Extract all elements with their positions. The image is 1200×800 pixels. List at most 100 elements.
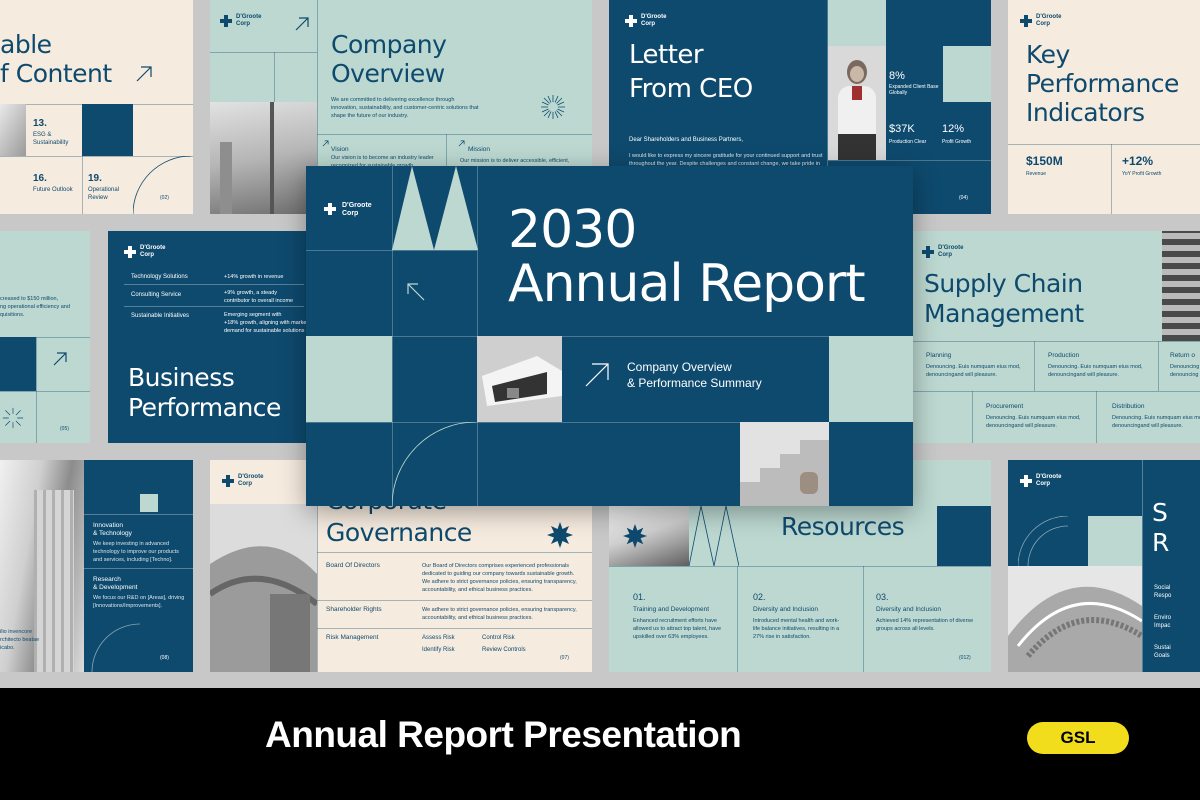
stadium-photo xyxy=(1008,566,1142,672)
innovation-text-2: We focus our R&D on [Areas], driving [In… xyxy=(93,595,185,609)
hero-title: Annual Report xyxy=(508,254,866,314)
biz-row2-desc: +9% growth, a steady contributor to over… xyxy=(224,290,294,304)
mint-block xyxy=(306,336,392,422)
arch-photo xyxy=(210,504,317,672)
slide-business-performance[interactable]: D'Groote Corp Technology Solutions +14% g… xyxy=(108,231,338,443)
mission-label: Mission xyxy=(468,146,491,153)
gov-assess-risk: Assess Risk xyxy=(422,635,455,641)
toc-title-line2: f Content xyxy=(0,59,112,88)
biz-row2-name: Consulting Service xyxy=(131,292,182,298)
logo: D'Groote Corp xyxy=(220,14,261,28)
cross-icon xyxy=(625,15,637,27)
supply-planning-text: Denouncing. Euis numquam eius mod, denou… xyxy=(926,364,1021,378)
gov-page: (07) xyxy=(560,655,569,661)
supply-procurement-text: Denouncing. Euis numquam eius mod, denou… xyxy=(986,415,1081,429)
kpi-growth-value: +12% xyxy=(1122,154,1154,168)
slide-left-partial[interactable]: creased to $150 million, ng operational … xyxy=(0,231,90,443)
slide-innovation[interactable]: ilio invencore rchitecto beatae icabo. I… xyxy=(0,460,193,672)
kpi-revenue-value: $150M xyxy=(1026,154,1063,168)
stat-8-value: 8% xyxy=(889,70,905,82)
cross-icon xyxy=(922,246,934,258)
toc-num-19: 19. xyxy=(88,173,102,184)
cross-icon xyxy=(324,203,338,217)
res-num-3: 03. xyxy=(876,592,889,602)
governance-title-line2: Governance xyxy=(326,518,472,547)
supply-production-text: Denouncing. Euis numquam eius mod, denou… xyxy=(1048,364,1143,378)
kpi-title-line2: Performance xyxy=(1026,69,1179,98)
supply-title-line1: Supply Chain xyxy=(924,269,1083,298)
logo-line1: D'Groote xyxy=(1036,14,1062,20)
res-num-1: 01. xyxy=(633,592,646,602)
ceo-title-line2: From CEO xyxy=(629,74,753,104)
slide-table-of-content[interactable]: able f Content 13. ESG & Sustainability … xyxy=(0,0,193,214)
stat-37k-value: $37K xyxy=(889,123,915,135)
city-photo xyxy=(210,102,317,214)
house-photo xyxy=(477,336,562,422)
arc-decoration xyxy=(133,156,192,214)
logo-line2: Corp xyxy=(236,21,250,27)
logo-line2: Corp xyxy=(641,21,655,27)
overview-title-line1: Company xyxy=(331,30,447,59)
star-badge-icon xyxy=(623,524,647,548)
studio-logo: Neermana Studio. xyxy=(68,717,156,755)
gov-board-text: Our Board of Directors comprises experie… xyxy=(422,563,577,593)
social-item-1: Social Respo xyxy=(1154,585,1172,599)
logo-line1: D'Groote xyxy=(236,14,262,20)
vision-label: Vision xyxy=(331,146,349,153)
innovation-page: (08) xyxy=(160,655,169,661)
building-photo xyxy=(0,104,26,156)
supply-distribution-text: Denouncing. Euis numquam eius mod, denou… xyxy=(1112,415,1200,429)
slide-supply-chain[interactable]: D'Groote Corp Supply Chain Management Pla… xyxy=(910,231,1200,443)
toc-label-16: Future Outlook xyxy=(33,187,73,193)
kpi-title-line1: Key xyxy=(1026,40,1070,69)
logo: D'Groote Corp xyxy=(324,202,372,218)
cross-icon xyxy=(1020,475,1032,487)
biz-row1-desc: +14% growth in revenue xyxy=(224,274,284,280)
logo-line1: D'Groote xyxy=(342,202,372,209)
slide-hero-annual-report[interactable]: D'Groote Corp 2030 Annual Report Company … xyxy=(306,166,913,506)
mission-text: Our mission is to deliver accessible, ef… xyxy=(460,158,570,164)
biz-title-line2: Performance xyxy=(128,393,281,422)
stat-8-label: Expanded Client Base Globally xyxy=(889,84,939,96)
resources-navy-block xyxy=(937,506,991,566)
product-title: Annual Report Presentation xyxy=(265,714,742,755)
logo-line2: Corp xyxy=(342,210,359,217)
res-num-2: 02. xyxy=(753,592,766,602)
slide-kpi[interactable]: D'Groote Corp Key Performance Indicators … xyxy=(1008,0,1200,214)
building-photo xyxy=(1162,231,1200,341)
logo-line2: Corp xyxy=(238,481,252,487)
starburst-icon xyxy=(2,407,24,429)
res-head-1: Training and Development xyxy=(633,606,709,613)
res-head-2: Diversity and Inclusion xyxy=(753,606,819,613)
arc-decoration xyxy=(1018,516,1069,566)
res-page: (012) xyxy=(959,655,971,661)
preview-stage: able f Content 13. ESG & Sustainability … xyxy=(0,0,1200,688)
toc-label-13: ESG & Sustainability xyxy=(33,132,69,146)
hero-year: 2030 xyxy=(508,200,637,260)
starburst-icon xyxy=(541,95,565,119)
innovation-text-1: We keep investing in advanced technology… xyxy=(93,541,179,563)
logo-line2: Corp xyxy=(140,252,154,258)
stat-37k-label: Production Clear xyxy=(889,139,927,145)
social-title-line2: R xyxy=(1152,528,1169,557)
res-head-3: Diversity and Inclusion xyxy=(876,606,942,613)
triangle-decoration xyxy=(392,166,478,250)
arrow-icon xyxy=(585,363,609,387)
ceo-portrait xyxy=(828,46,886,160)
logo-line1: D'Groote xyxy=(238,474,264,480)
stairs-photo xyxy=(740,422,829,506)
logo: D'Groote Corp xyxy=(124,245,165,259)
toc-num-13: 13. xyxy=(33,118,47,129)
slide-social[interactable]: D'Groote Corp S R Social Respo Enviro Imp… xyxy=(1008,460,1200,672)
logo: D'Groote Corp xyxy=(922,245,963,259)
ceo-greeting: Dear Shareholders and Business Partners, xyxy=(629,137,744,143)
overview-body: We are committed to delivering excellenc… xyxy=(331,97,479,119)
gsl-badge[interactable]: GSL xyxy=(1027,722,1129,754)
small-arrow-icon xyxy=(322,140,329,147)
logo-line2: Corp xyxy=(1036,21,1050,27)
res-text-1: Enhanced recruitment efforts have allowe… xyxy=(633,618,722,640)
toc-label-19: Operational Review xyxy=(88,187,120,201)
res-text-3: Achieved 14% representation of diverse g… xyxy=(876,618,974,632)
social-item-3: Sustai Goals xyxy=(1154,645,1171,659)
kpi-revenue-label: Revenue xyxy=(1026,171,1047,177)
